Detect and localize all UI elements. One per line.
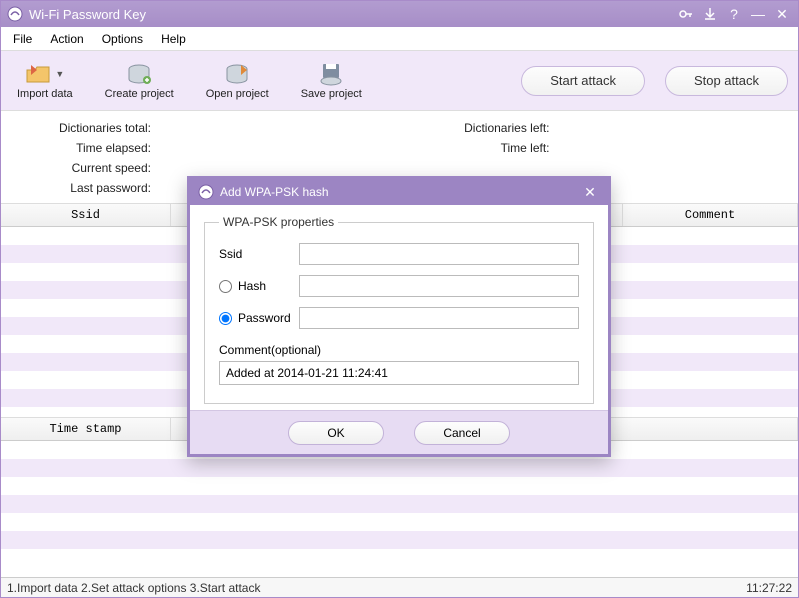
dropdown-caret-icon: ▼	[55, 69, 64, 79]
save-project-icon	[317, 62, 345, 86]
help-icon[interactable]: ?	[724, 5, 744, 23]
time-left-label: Time left:	[420, 141, 550, 155]
table-row	[1, 513, 798, 531]
menu-options[interactable]: Options	[102, 32, 143, 46]
add-hash-dialog: Add WPA-PSK hash ✕ WPA-PSK properties Ss…	[187, 176, 611, 457]
hash-label: Hash	[238, 279, 266, 293]
ssid-label: Ssid	[219, 247, 242, 261]
toolbar: ▼ Import data Create project Open projec…	[1, 51, 798, 111]
create-label: Create project	[105, 88, 174, 100]
hash-radio[interactable]	[219, 280, 232, 293]
titlebar: Wi-Fi Password Key ? — ✕	[1, 1, 798, 27]
dict-left-label: Dictionaries left:	[420, 121, 550, 135]
time-elapsed-label: Time elapsed:	[21, 141, 151, 155]
download-icon[interactable]	[700, 5, 720, 23]
app-icon	[198, 184, 214, 200]
dialog-close-button[interactable]: ✕	[580, 183, 600, 201]
ok-button[interactable]: OK	[288, 421, 384, 445]
password-input[interactable]	[299, 307, 579, 329]
create-project-icon	[125, 62, 153, 86]
wpa-psk-fieldset: WPA-PSK properties Ssid Hash Password	[204, 215, 594, 404]
password-radio[interactable]	[219, 312, 232, 325]
open-project-icon	[223, 62, 251, 86]
table-row	[1, 459, 798, 477]
col-timestamp[interactable]: Time stamp	[1, 418, 171, 440]
comment-input[interactable]	[219, 361, 579, 385]
table-row	[1, 477, 798, 495]
import-data-button[interactable]: ▼ Import data	[11, 60, 79, 102]
menubar: File Action Options Help	[1, 27, 798, 51]
minimize-button[interactable]: —	[748, 5, 768, 23]
cancel-button[interactable]: Cancel	[414, 421, 510, 445]
dialog-title: Add WPA-PSK hash	[220, 185, 329, 199]
menu-file[interactable]: File	[13, 32, 32, 46]
comment-label: Comment(optional)	[219, 343, 579, 357]
app-title: Wi-Fi Password Key	[29, 7, 146, 22]
statusbar: 1.Import data 2.Set attack options 3.Sta…	[1, 577, 798, 597]
last-password-label: Last password:	[21, 181, 151, 195]
hash-input[interactable]	[299, 275, 579, 297]
menu-action[interactable]: Action	[50, 32, 83, 46]
col-comment[interactable]: Comment	[623, 204, 798, 226]
start-attack-button[interactable]: Start attack	[521, 66, 645, 96]
dialog-body: WPA-PSK properties Ssid Hash Password	[190, 205, 608, 410]
app-icon	[7, 6, 23, 22]
stop-attack-button[interactable]: Stop attack	[665, 66, 788, 96]
status-clock: 11:27:22	[746, 581, 792, 595]
save-project-button[interactable]: Save project	[295, 60, 368, 102]
folder-import-icon	[25, 62, 53, 86]
ssid-input[interactable]	[299, 243, 579, 265]
dict-total-label: Dictionaries total:	[21, 121, 151, 135]
key-icon[interactable]	[676, 5, 696, 23]
open-project-button[interactable]: Open project	[200, 60, 275, 102]
save-label: Save project	[301, 88, 362, 100]
create-project-button[interactable]: Create project	[99, 60, 180, 102]
table-row	[1, 495, 798, 513]
fieldset-legend: WPA-PSK properties	[219, 215, 338, 229]
current-speed-label: Current speed:	[21, 161, 151, 175]
dialog-footer: OK Cancel	[190, 410, 608, 454]
col-ssid[interactable]: Ssid	[1, 204, 171, 226]
dialog-titlebar: Add WPA-PSK hash ✕	[190, 179, 608, 205]
password-label: Password	[238, 311, 291, 325]
table-row	[1, 531, 798, 549]
open-label: Open project	[206, 88, 269, 100]
status-hint: 1.Import data 2.Set attack options 3.Sta…	[7, 581, 260, 595]
close-button[interactable]: ✕	[772, 5, 792, 23]
log-table-body	[1, 441, 798, 551]
import-label: Import data	[17, 88, 73, 100]
menu-help[interactable]: Help	[161, 32, 186, 46]
